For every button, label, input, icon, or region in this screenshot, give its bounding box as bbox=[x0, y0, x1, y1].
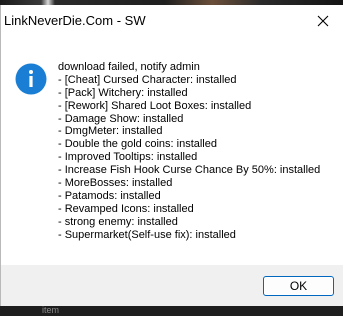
dialog-message: download failed, notify admin - [Cheat] C… bbox=[58, 61, 320, 241]
message-line: - Damage Show: installed bbox=[58, 112, 184, 125]
message-line: - Patamods: installed bbox=[58, 189, 161, 202]
message-line: - strong enemy: installed bbox=[58, 215, 178, 228]
message-line: - MoreBosses: installed bbox=[58, 177, 173, 190]
message-line: - DmgMeter: installed bbox=[58, 125, 163, 138]
dialog-content: download failed, notify admin - [Cheat] C… bbox=[1, 37, 343, 265]
message-line: - Supermarket(Self-use fix): installed bbox=[58, 228, 236, 241]
message-line: - [Rework] Shared Loot Boxes: installed bbox=[58, 99, 252, 112]
message-line: - Increase Fish Hook Curse Chance By 50%… bbox=[58, 164, 321, 177]
message-line: - Double the gold coins: installed bbox=[58, 138, 217, 151]
ok-button[interactable]: OK bbox=[263, 276, 334, 296]
background-item-label: item bbox=[42, 305, 60, 315]
close-icon bbox=[317, 15, 329, 27]
dialog-title: LinkNeverDie.Com - SW bbox=[4, 13, 146, 28]
message-line: - [Pack] Witchery: installed bbox=[58, 86, 188, 99]
close-button[interactable] bbox=[303, 5, 343, 37]
title-bar: LinkNeverDie.Com - SW bbox=[1, 5, 343, 37]
message-line: - Improved Tooltips: installed bbox=[58, 151, 198, 164]
message-line: - [Cheat] Cursed Character: installed bbox=[58, 73, 237, 86]
message-line: - Revamped Icons: installed bbox=[58, 202, 194, 215]
info-icon bbox=[15, 63, 47, 95]
message-dialog: LinkNeverDie.Com - SW download failed, n… bbox=[0, 5, 343, 306]
message-line: download failed, notify admin bbox=[58, 61, 200, 73]
dialog-footer: OK bbox=[1, 265, 343, 306]
